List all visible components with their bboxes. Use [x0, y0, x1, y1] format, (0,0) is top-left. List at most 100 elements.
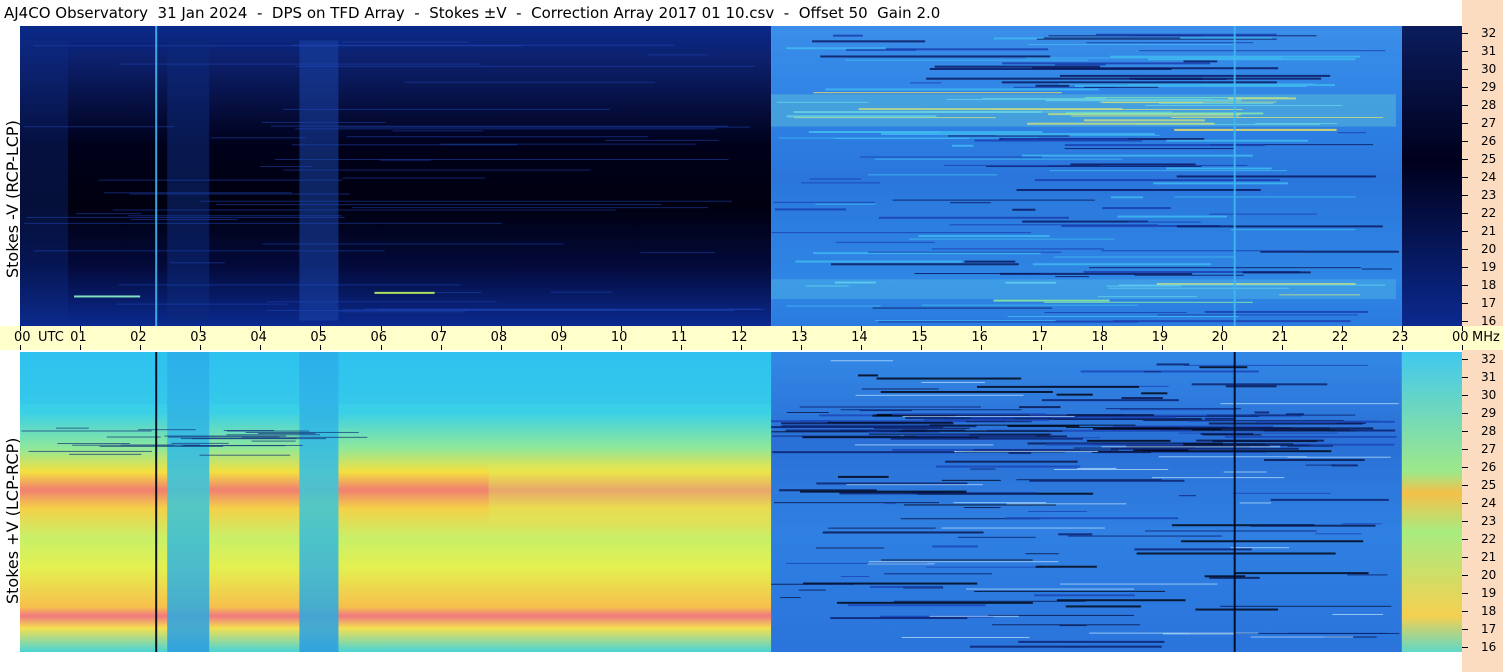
absorption-streak [164, 435, 287, 437]
absorption-streak [837, 601, 1033, 604]
absorption-streak [1191, 383, 1328, 386]
top-spectrogram-svg [20, 26, 1462, 326]
frequency-tick-label: 24 [1481, 169, 1497, 184]
time-tick-label: 17 [1031, 330, 1048, 345]
absorption-streak [1041, 399, 1179, 402]
time-tick-label: 14 [851, 330, 868, 345]
burst-streak [1055, 276, 1090, 278]
absorption-streak [969, 645, 1162, 648]
absorption-streak [968, 434, 1050, 436]
frequency-tick-label: 28 [1481, 98, 1497, 113]
frequency-tick: 23 [1462, 514, 1503, 528]
frequency-tick: 16 [1462, 640, 1503, 654]
faint-streak [291, 144, 518, 146]
burst-streak [1084, 86, 1159, 88]
frequency-tick-label: 17 [1481, 621, 1497, 636]
burst-streak [833, 34, 863, 37]
burst-streak [1035, 84, 1070, 87]
frequency-tick-mark [1462, 320, 1468, 322]
frequency-tick-label: 19 [1481, 259, 1497, 274]
absorption-streak [1256, 427, 1374, 430]
burst-streak [775, 208, 846, 211]
burst-streak [1095, 33, 1277, 36]
frequency-tick: 20 [1462, 568, 1503, 582]
absorption-streak [1067, 535, 1222, 537]
burst-streak [771, 232, 1031, 234]
absorption-streak [1018, 640, 1165, 643]
frequency-tick-label: 31 [1481, 44, 1497, 59]
absorption-streak [772, 435, 901, 437]
time-tick-label: 21 [1271, 330, 1289, 345]
absorption-streak [1181, 540, 1364, 543]
absorption-streak [973, 449, 1119, 451]
faint-streak [342, 177, 486, 179]
frequency-tick-label: 20 [1481, 567, 1497, 582]
faint-streak [260, 166, 312, 168]
time-tick: 05 [310, 326, 327, 350]
frequency-tick-label: 27 [1481, 116, 1497, 130]
frequency-tick: 32 [1462, 26, 1503, 40]
burst-streak [1088, 267, 1361, 269]
burst-streak [1054, 256, 1236, 258]
absorption-streak [861, 388, 939, 390]
absorption-streak [1285, 413, 1305, 416]
frequency-tick-mark [1462, 51, 1468, 53]
top-frequency-axis: 32 31 30 29 28 27 26 25 24 23 22 21 20 19 18 17 16 [1462, 26, 1503, 328]
burst-streak [1044, 312, 1187, 314]
time-tick: 23 [1392, 326, 1408, 350]
frequency-tick-mark [1462, 105, 1468, 107]
faint-streak [392, 130, 484, 132]
frequency-tick: 24 [1462, 170, 1503, 184]
light-streak [1230, 547, 1290, 549]
absorption-streak [191, 438, 327, 440]
burst-streak [374, 291, 435, 294]
light-streak [902, 415, 1075, 417]
burst-streak [1021, 154, 1253, 157]
faint-streak [23, 222, 502, 224]
mhz-label: MHz [1472, 330, 1500, 345]
frequency-tick-label: 18 [1481, 277, 1497, 292]
frequency-tick: 21 [1462, 550, 1503, 564]
time-tick-label: 22 [1331, 330, 1349, 345]
faint-streak [98, 179, 343, 181]
burst-streak [918, 235, 1050, 238]
absorption-streak [1080, 370, 1259, 373]
frequency-tick-mark [1462, 538, 1468, 540]
absorption-streak [1179, 427, 1222, 429]
time-tick: 11 [671, 326, 687, 350]
frequency-tick-label: 30 [1481, 388, 1497, 403]
absorption-streak [874, 427, 970, 429]
absorption-streak [251, 440, 296, 442]
absorption-streak [1121, 397, 1163, 400]
time-tick-label: 04 [250, 330, 267, 345]
burst-streak [1176, 225, 1383, 228]
burst-streak [1139, 50, 1386, 52]
time-tick: 07 [431, 326, 447, 350]
frequency-tick: 27 [1462, 116, 1503, 130]
absorption-streak [1065, 605, 1141, 608]
burst-streak [835, 137, 969, 139]
burst-streak [1110, 196, 1144, 199]
region-late [1401, 26, 1462, 326]
bottom-regions [20, 352, 1462, 652]
absorption-streak [1019, 406, 1061, 409]
light-streak [1060, 583, 1218, 585]
frequency-tick-mark [1462, 212, 1468, 214]
light-streak [1239, 502, 1272, 504]
time-tick: 10 [611, 326, 627, 350]
bottom-spectrogram-svg [20, 352, 1462, 652]
burst-streak [809, 178, 862, 180]
time-tick: 12 [731, 326, 748, 350]
absorption-streak [1263, 430, 1356, 432]
burst-streak [1016, 189, 1261, 192]
burst-streak [1148, 58, 1356, 61]
faint-streak [103, 192, 292, 194]
burst-streak [835, 241, 935, 243]
frequency-tick-label: 26 [1481, 459, 1497, 474]
frequency-tick-label: 29 [1481, 406, 1497, 421]
burst-streak [867, 251, 1062, 253]
absorption-streak [945, 460, 1078, 463]
absorption-streak [773, 502, 940, 504]
time-tick: 08 [491, 326, 507, 350]
absorption-streak [923, 418, 1050, 421]
